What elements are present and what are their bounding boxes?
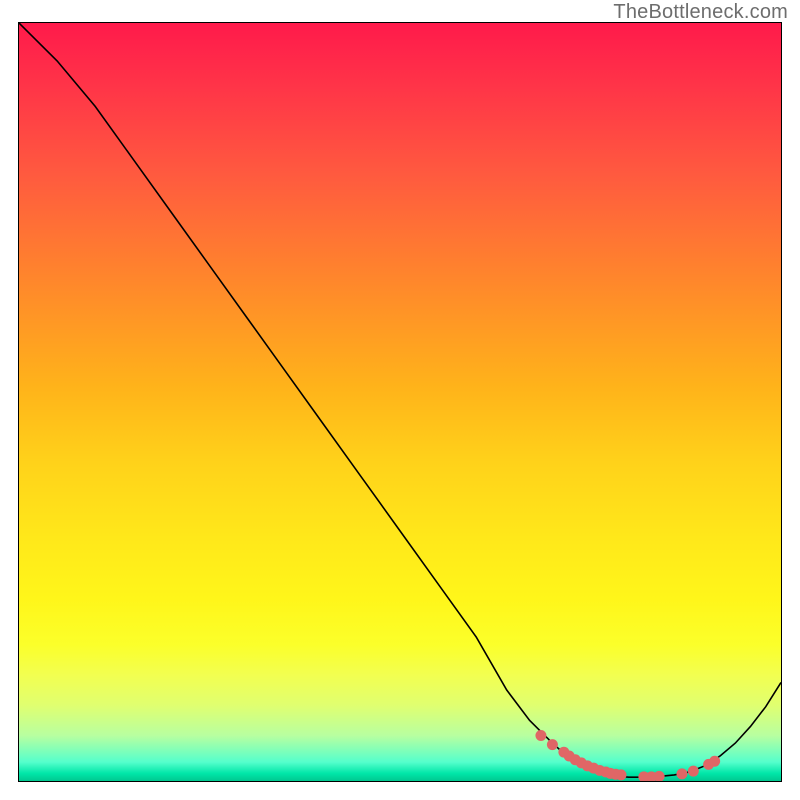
plot-area <box>18 22 782 782</box>
highlight-dot <box>558 747 569 758</box>
highlight-dot <box>576 757 587 768</box>
highlight-dot <box>676 768 687 779</box>
highlight-dots-group <box>535 730 720 781</box>
highlight-dot <box>654 771 665 781</box>
chart-container: TheBottleneck.com <box>0 0 800 800</box>
highlight-dot <box>547 739 558 750</box>
highlight-dot <box>709 756 720 767</box>
highlight-dot <box>605 768 616 779</box>
highlight-dot <box>582 760 593 771</box>
highlight-dot <box>616 769 627 780</box>
highlight-dot <box>646 771 657 781</box>
highlight-dot <box>535 730 546 741</box>
highlight-dot <box>703 759 714 770</box>
highlight-dot <box>600 766 611 777</box>
highlight-dot <box>570 754 581 765</box>
curve-svg <box>19 23 781 781</box>
highlight-dot <box>638 771 649 781</box>
watermark-text: TheBottleneck.com <box>613 1 788 24</box>
highlight-dot <box>610 769 621 780</box>
bottleneck-curve <box>19 23 781 777</box>
highlight-dot <box>594 765 605 776</box>
highlight-dot <box>564 750 575 761</box>
highlight-dot <box>588 763 599 774</box>
highlight-dot <box>688 766 699 777</box>
